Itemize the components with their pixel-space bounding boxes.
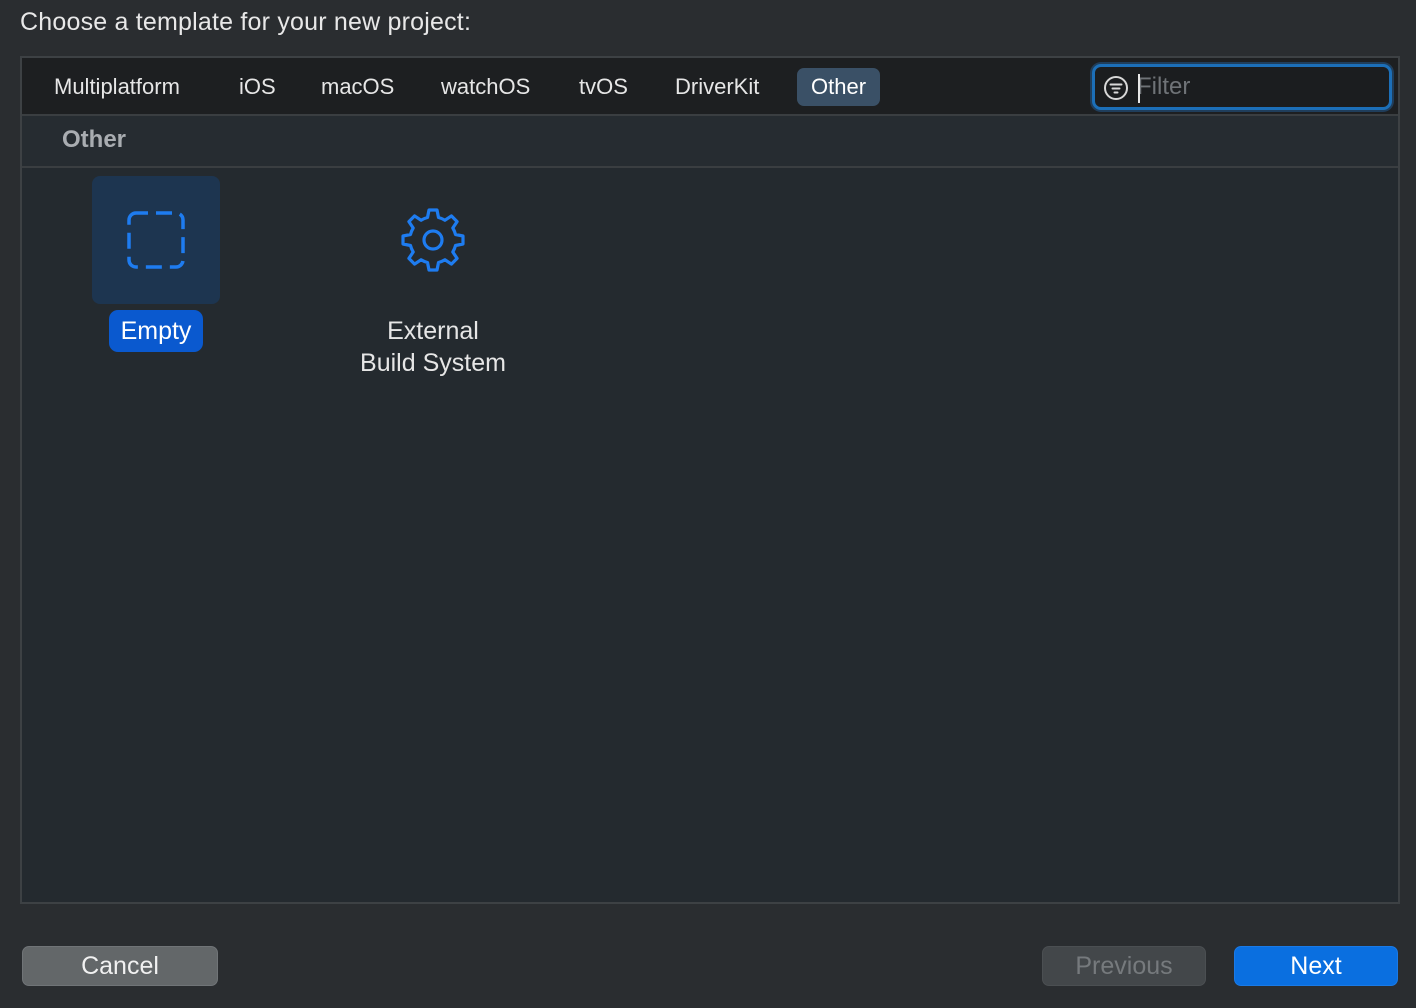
- template-label: Empty: [108, 310, 204, 352]
- template-label: External Build System: [360, 317, 506, 377]
- tab-ios[interactable]: iOS: [225, 68, 290, 106]
- next-button[interactable]: Next: [1234, 946, 1398, 986]
- filter-input[interactable]: [1137, 70, 1377, 104]
- template-icon-box: [92, 176, 220, 304]
- section-title: Other: [62, 126, 127, 153]
- section-header: Other: [22, 116, 1398, 168]
- tab-other[interactable]: Other: [797, 68, 881, 106]
- tab-macos[interactable]: macOS: [307, 68, 408, 106]
- previous-button[interactable]: Previous: [1042, 946, 1206, 986]
- tab-multiplatform[interactable]: Multiplatform: [40, 68, 194, 106]
- dialog-prompt: Choose a template for your new project:: [20, 8, 472, 36]
- tab-watchos[interactable]: watchOS: [427, 68, 544, 106]
- template-icon-box: [369, 176, 497, 304]
- template-external-build-system[interactable]: External Build System: [343, 176, 523, 384]
- tab-tvos[interactable]: tvOS: [565, 68, 642, 106]
- template-panel: Multiplatform iOS macOS watchOS tvOS Dri…: [20, 56, 1400, 904]
- platform-tab-bar: Multiplatform iOS macOS watchOS tvOS Dri…: [22, 58, 1398, 116]
- cancel-button[interactable]: Cancel: [22, 946, 218, 986]
- filter-icon: [1104, 76, 1128, 100]
- tab-driverkit[interactable]: DriverKit: [661, 68, 773, 106]
- filter-field[interactable]: [1092, 64, 1392, 110]
- dashed-square-icon: [127, 211, 185, 269]
- text-caret: [1138, 74, 1140, 103]
- template-empty[interactable]: Empty: [66, 176, 246, 352]
- gear-icon: [401, 208, 465, 272]
